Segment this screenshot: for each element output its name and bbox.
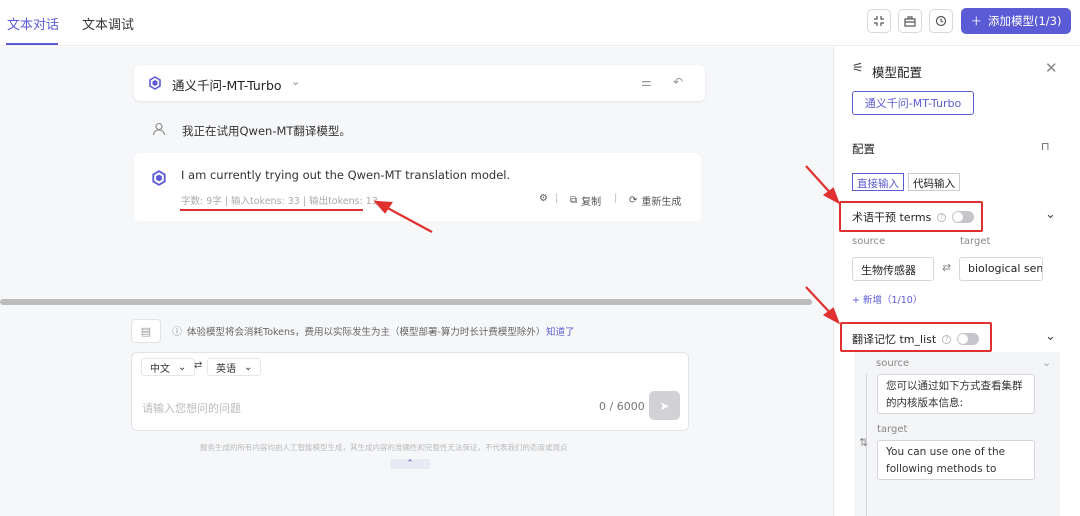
- chevron-up-icon: ⌃: [406, 459, 414, 469]
- terms-target-input[interactable]: biological sensor: [959, 257, 1043, 281]
- chat-area: 通义千问-MT-Turbo ⌄ ⚌ ↶ 我正在试用Qwen-MT翻译模型。 I …: [0, 47, 833, 516]
- document-button[interactable]: ▤: [131, 319, 161, 343]
- terms-title: 术语干预 terms: [852, 211, 932, 224]
- dismiss-notice-link[interactable]: 知道了: [546, 324, 575, 338]
- token-stats: 字数: 9字 | 输入tokens: 33 | 输出tokens: 13: [181, 196, 378, 207]
- assistant-reply-text: I am currently trying out the Qwen-MT tr…: [181, 168, 511, 182]
- swap-languages-icon[interactable]: ⇄: [194, 360, 202, 371]
- collapse-button[interactable]: [867, 9, 891, 33]
- send-icon: ➤: [659, 398, 670, 413]
- tm-list-toggle[interactable]: [957, 333, 980, 345]
- plus-icon: ＋: [970, 14, 983, 28]
- undo-icon[interactable]: ↶: [673, 75, 683, 89]
- input-mode-direct[interactable]: 直接输入: [852, 173, 904, 191]
- panel-title: 模型配置: [872, 65, 923, 80]
- regenerate-button[interactable]: ⟳ 重新生成: [629, 193, 681, 208]
- resize-divider[interactable]: [0, 299, 812, 305]
- settings-sliders-icon[interactable]: ⚌: [641, 75, 652, 89]
- document-icon: ▤: [140, 324, 152, 338]
- assistant-reply: I am currently trying out the Qwen-MT tr…: [134, 153, 701, 221]
- notice-row: ▤ ⓘ 体验模型将会消耗Tokens，费用以实际发生为主（模型部署-算力时长计费…: [131, 319, 691, 343]
- chat-input-box: 中文 ⌄ ⇄ 英语 ⌄ 请输入您想问的问题 0 / 6000 ➤: [131, 352, 689, 431]
- tm-source-input[interactable]: 您可以通过如下方式查看集群的内核版本信息:: [877, 374, 1035, 414]
- terms-toggle[interactable]: [952, 211, 975, 223]
- token-notice: 体验模型将会消耗Tokens，费用以实际发生为主（模型部署-算力时长计费模型除外…: [187, 327, 546, 338]
- terms-source-input[interactable]: 生物传感器: [852, 257, 934, 281]
- separator: |: [614, 193, 618, 204]
- add-model-button[interactable]: ＋ 添加模型(1/3): [961, 8, 1071, 34]
- tm-list-row: 翻译记忆 tm_list ?: [852, 331, 980, 347]
- toolbox-icon: [904, 16, 916, 27]
- collapse-composer-button[interactable]: ⌃: [390, 459, 430, 469]
- ai-disclaimer: 服务生成的所有内容均由人工智能模型生成，其生成内容的准确性和完整性无法保证，不代…: [200, 443, 568, 452]
- close-icon[interactable]: ✕: [1045, 59, 1058, 77]
- toolbox-button[interactable]: [898, 9, 922, 33]
- message-input[interactable]: 请输入您想问的问题: [142, 400, 241, 416]
- input-mode-code[interactable]: 代码输入: [908, 173, 960, 191]
- tab-text-debug[interactable]: 文本调试: [82, 14, 134, 33]
- tab-text-chat[interactable]: 文本对话: [7, 14, 59, 33]
- model-config-panel: ⚟ 模型配置 ✕ 通义千问-MT-Turbo 配置 ⊓ 直接输入 代码输入 术语…: [833, 47, 1080, 516]
- add-model-label: 添加模型(1/3): [988, 14, 1062, 28]
- target-language-select[interactable]: 英语 ⌄: [207, 358, 262, 376]
- swap-icon: ⇄: [942, 261, 952, 274]
- feedback-button[interactable]: ⚙: [539, 193, 548, 204]
- char-counter: 0 / 6000: [599, 400, 645, 413]
- model-header-card: 通义千问-MT-Turbo ⌄ ⚌ ↶: [134, 65, 705, 101]
- chevron-down-icon[interactable]: ⌄: [1042, 356, 1051, 369]
- chevron-down-icon[interactable]: ⌄: [291, 75, 300, 88]
- active-tab-indicator: [6, 43, 58, 45]
- info-icon: ⓘ: [172, 327, 182, 338]
- help-icon[interactable]: ?: [942, 334, 952, 344]
- tm-target-label: target: [877, 424, 908, 435]
- copy-button[interactable]: ⧉ 复制: [570, 193, 601, 208]
- add-term-link[interactable]: + 新增（1/10）: [852, 292, 922, 306]
- tm-list-panel: source ⌄ 您可以通过如下方式查看集群的内核版本信息: ⇅ target …: [854, 352, 1060, 516]
- selected-model-pill[interactable]: 通义千问-MT-Turbo: [852, 91, 974, 115]
- chevron-down-icon: ⌄: [244, 361, 253, 373]
- source-language-value: 中文: [150, 363, 170, 375]
- source-language-select[interactable]: 中文 ⌄: [141, 358, 196, 376]
- copy-icon: ⧉: [570, 195, 578, 206]
- model-name: 通义千问-MT-Turbo: [172, 78, 282, 93]
- collapse-icon: [874, 16, 884, 26]
- terms-source-label: source: [852, 236, 886, 247]
- terms-target-label: target: [960, 236, 991, 247]
- chevron-down-icon: ⌄: [178, 361, 187, 373]
- qwen-logo-icon: [149, 76, 161, 90]
- lock-icon[interactable]: ⊓: [1041, 140, 1050, 153]
- top-bar: 文本对话 文本调试 ＋ 添加模型(1/3): [0, 0, 1080, 46]
- user-message: 我正在试用Qwen-MT翻译模型。: [152, 121, 652, 141]
- swap-vertical-icon: ⇅: [859, 436, 869, 449]
- user-avatar-icon: [152, 122, 166, 136]
- annotation-underline: [180, 209, 363, 211]
- regenerate-icon: ⟳: [629, 195, 638, 206]
- chevron-down-icon[interactable]: ⌄: [1045, 329, 1056, 344]
- bug-icon: ⚙: [539, 193, 548, 204]
- config-label: 配置: [852, 142, 875, 156]
- chevron-down-icon[interactable]: ⌄: [1045, 207, 1056, 222]
- copy-label: 复制: [581, 197, 602, 208]
- user-message-text: 我正在试用Qwen-MT翻译模型。: [182, 124, 351, 138]
- help-icon[interactable]: ?: [937, 212, 947, 222]
- tm-source-label: source: [876, 358, 910, 369]
- qwen-logo-icon: [152, 170, 166, 186]
- target-language-value: 英语: [216, 363, 236, 375]
- regenerate-label: 重新生成: [641, 197, 682, 208]
- tm-target-input[interactable]: You can use one of the following methods…: [877, 440, 1035, 480]
- history-icon: [935, 15, 947, 27]
- terms-row: 术语干预 terms ?: [852, 209, 975, 225]
- sliders-icon: ⚟: [852, 61, 864, 76]
- tm-list-title: 翻译记忆 tm_list: [852, 333, 937, 346]
- history-button[interactable]: [929, 9, 953, 33]
- send-button[interactable]: ➤: [649, 391, 680, 420]
- separator: |: [555, 193, 559, 204]
